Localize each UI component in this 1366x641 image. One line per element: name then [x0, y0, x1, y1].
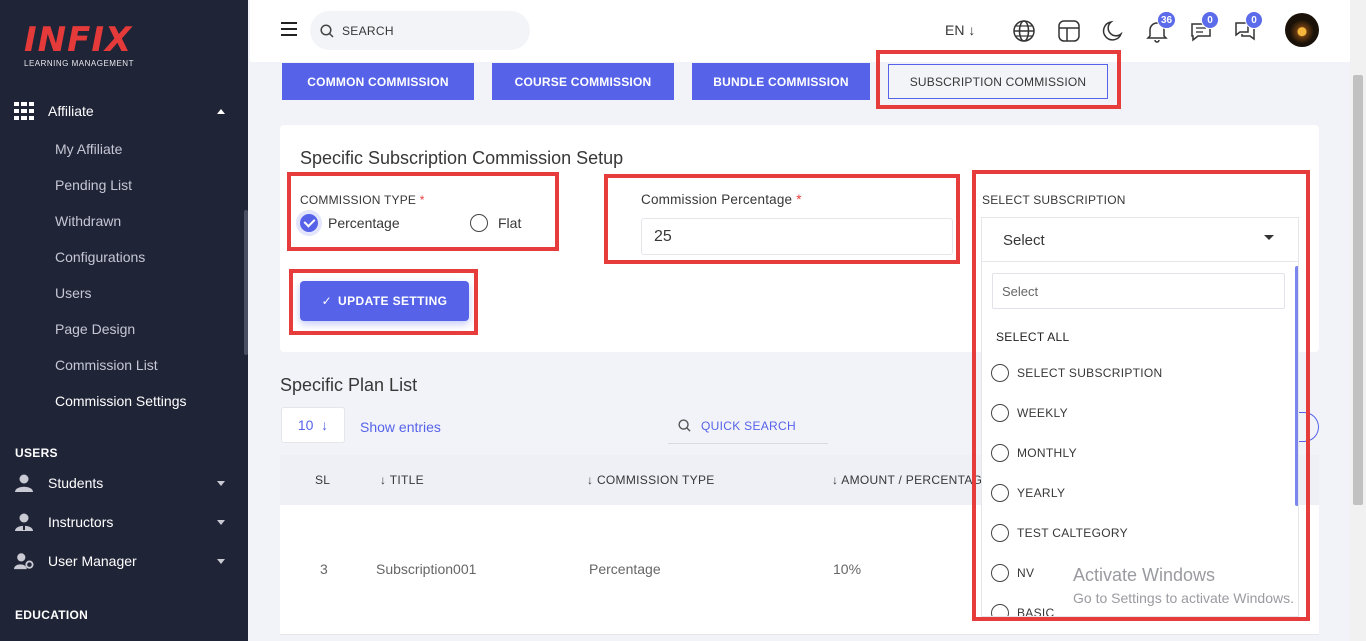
avatar[interactable] — [1285, 13, 1319, 47]
search-icon — [320, 23, 334, 38]
logo-tagline: LEARNING MANAGEMENT — [24, 59, 134, 68]
menu-icon[interactable] — [281, 22, 297, 36]
arrow-down-icon: ↓ — [968, 22, 976, 38]
column-amount[interactable]: ↓ AMOUNT / PERCENTAGE — [832, 473, 982, 487]
bell-icon[interactable]: 36 — [1145, 11, 1177, 43]
message-icon[interactable]: 0 — [1189, 11, 1219, 43]
sidebar-item-withdrawn[interactable]: Withdrawn — [55, 211, 121, 231]
user-icon — [14, 473, 34, 493]
chevron-up-icon[interactable] — [217, 109, 225, 114]
tab-course-commission[interactable]: COURSE COMMISSION — [492, 63, 674, 100]
chevron-down-icon[interactable] — [217, 481, 225, 486]
language-selector[interactable]: EN ↓ — [945, 22, 975, 38]
logo-text: INFIX — [24, 20, 133, 60]
search-icon — [678, 419, 691, 432]
column-commission-type[interactable]: ↓ COMMISSION TYPE — [587, 473, 715, 487]
section-title-education: EDUCATION — [15, 608, 89, 622]
sort-icon: ↓ — [380, 473, 387, 487]
sidebar-item-label: User Manager — [48, 553, 137, 569]
moon-icon[interactable] — [1101, 19, 1125, 43]
sidebar-scrollbar[interactable] — [244, 210, 248, 355]
highlight-box — [289, 269, 478, 335]
column-title-label: TITLE — [389, 473, 424, 487]
sidebar-item-commission-settings[interactable]: Commission Settings — [55, 391, 187, 411]
sidebar: INFIX LEARNING MANAGEMENT Affiliate My A… — [0, 0, 248, 641]
sidebar-item-my-affiliate[interactable]: My Affiliate — [55, 139, 122, 159]
highlight-box — [972, 170, 1310, 621]
language-code: EN — [945, 22, 965, 38]
sidebar-item-users[interactable]: Users — [55, 283, 92, 303]
quick-search-label: QUICK SEARCH — [701, 418, 796, 433]
sidebar-item-affiliate[interactable]: Affiliate — [14, 99, 94, 123]
column-amount-label: AMOUNT / PERCENTAGE — [841, 473, 982, 487]
highlight-box — [876, 50, 1121, 109]
sidebar-item-page-design[interactable]: Page Design — [55, 319, 135, 339]
show-entries-label: Show entries — [360, 419, 441, 435]
highlight-box — [604, 174, 960, 264]
entries-value: 10 — [297, 417, 314, 433]
column-title[interactable]: ↓ TITLE — [380, 473, 424, 487]
chevron-down-icon[interactable] — [217, 559, 225, 564]
sort-icon: ↓ — [832, 473, 839, 487]
sort-icon: ↓ — [587, 473, 594, 487]
chevron-down-icon[interactable] — [217, 520, 225, 525]
column-commission-type-label: COMMISSION TYPE — [596, 473, 715, 487]
cell-type: Percentage — [589, 561, 661, 577]
sidebar-item-pending-list[interactable]: Pending List — [55, 175, 132, 195]
page-scrollbar-thumb[interactable] — [1353, 75, 1363, 505]
message-badge: 0 — [1201, 11, 1219, 29]
chat-icon[interactable]: 0 — [1233, 11, 1263, 43]
brand-logo[interactable]: INFIX LEARNING MANAGEMENT — [24, 22, 134, 68]
topbar: EN ↓ 36 0 0 — [250, 0, 1350, 62]
user-gear-icon — [14, 551, 34, 571]
sidebar-item-label: Students — [48, 475, 104, 491]
instructor-icon — [14, 512, 34, 532]
setup-title: Specific Subscription Commission Setup — [300, 148, 624, 168]
grid-icon — [14, 101, 34, 121]
highlight-box — [287, 172, 559, 251]
tab-common-commission[interactable]: COMMON COMMISSION — [282, 63, 474, 100]
search-input[interactable] — [342, 23, 512, 38]
sidebar-item-label: Affiliate — [48, 103, 94, 119]
chat-badge: 0 — [1245, 11, 1263, 29]
sidebar-item-commission-list[interactable]: Commission List — [55, 355, 158, 375]
entries-selector[interactable]: 10 ↓ — [281, 407, 345, 443]
cell-title: Subscription001 — [376, 561, 477, 577]
arrow-down-icon: ↓ — [321, 417, 329, 433]
cell-sl: 3 — [320, 561, 328, 577]
tab-bundle-commission[interactable]: BUNDLE COMMISSION — [692, 63, 870, 100]
sidebar-item-user-manager[interactable]: User Manager — [14, 549, 137, 573]
notification-badge: 36 — [1157, 11, 1177, 29]
search-bar[interactable] — [310, 11, 530, 50]
column-sl[interactable]: SL — [315, 473, 330, 487]
sidebar-item-configurations[interactable]: Configurations — [55, 247, 145, 267]
sidebar-item-instructors[interactable]: Instructors — [14, 510, 113, 534]
quick-search[interactable]: QUICK SEARCH — [668, 408, 828, 444]
page-scrollbar[interactable] — [1350, 0, 1366, 641]
section-title-users: USERS — [15, 446, 58, 460]
layout-icon[interactable] — [1057, 19, 1081, 43]
plan-list-title: Specific Plan List — [280, 375, 418, 395]
sidebar-item-label: Instructors — [48, 514, 114, 530]
cell-amount: 10% — [833, 561, 862, 577]
sidebar-item-students[interactable]: Students — [14, 471, 103, 495]
globe-icon[interactable] — [1012, 19, 1036, 43]
